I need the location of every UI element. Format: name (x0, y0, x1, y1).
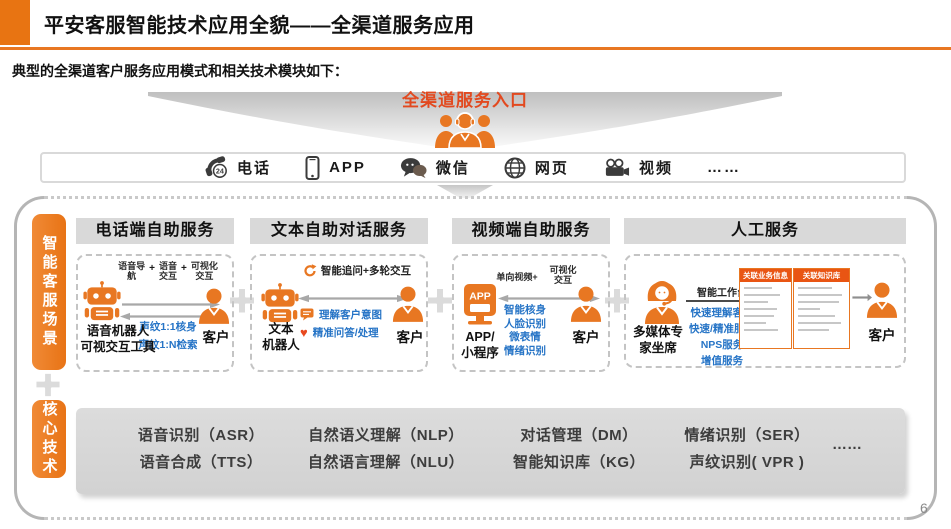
channel-item-phone: 24 电话 (205, 156, 271, 179)
smartphone-icon (305, 156, 320, 180)
flow-label: 语音导航 (117, 261, 146, 282)
call-center-team-icon (433, 110, 497, 148)
voice-robot-icon (83, 280, 121, 324)
chat-icon (300, 308, 314, 321)
agent-label: 多媒体专 家坐席 (626, 325, 690, 356)
frame-bottom-dotted-edge (44, 517, 908, 520)
voice-robot-label: 语音机器人 可视交互工具 (76, 324, 160, 355)
flow-label: 可视化交互 (190, 261, 219, 282)
frame-right-bracket (907, 196, 937, 520)
core-tech-col-speech: 语音识别（ASR） 语音合成（TTS） (126, 422, 276, 476)
section-phone: 语音导航 + 语音交互 + 可视化交互 声纹1:1核身 声纹1:N检索 语音机器… (76, 254, 234, 372)
channel-item-web: 网页 (504, 157, 569, 179)
sidebar-tab-scenarios: 智能客服场景 (32, 214, 66, 370)
plus-icon (425, 287, 455, 315)
customer-label: 客户 (562, 326, 610, 346)
phone-flow-labels: 语音导航 + 语音交互 + 可视化交互 (104, 261, 232, 282)
channel-label: APP (329, 159, 366, 176)
panel-text-lines (740, 287, 791, 332)
sidebar-tab-core-tech: 核心技术 (32, 400, 66, 478)
text-robot-icon (261, 282, 299, 326)
page-number: 6 (920, 500, 928, 516)
customer-icon (392, 286, 424, 322)
slide: 平安客服智能技术应用全貌——全渠道服务应用 典型的全渠道客户服务应用模式和相关技… (0, 0, 951, 529)
app-mini-program-label: APP/ 小程序 (452, 330, 508, 361)
section-header-phone: 电话端自助服务 (76, 218, 234, 244)
customer-label: 客户 (386, 326, 434, 346)
channel-label: 电话 (237, 157, 271, 178)
section-header-video: 视频端自助服务 (452, 218, 610, 244)
channel-item-video: 视频 (603, 157, 673, 178)
qa-bullet: ♥ 精准问答/处理 (300, 325, 379, 340)
title-underline (0, 47, 951, 50)
core-tech-col-ser-vpr: 情绪识别（SER） 声纹识别( VPR ) (672, 422, 822, 476)
svg-text:24: 24 (216, 168, 224, 176)
feature: 增值服务 (678, 353, 766, 369)
feature: 人脸识别 (492, 318, 558, 332)
channel-item-app: APP (305, 156, 366, 180)
customer-icon (198, 288, 230, 324)
channel-label: 微信 (436, 157, 470, 178)
knowledge-base-panel: 关联知识库 (793, 268, 850, 349)
svg-text:APP: APP (469, 291, 491, 303)
section-header-text: 文本自助对话服务 (250, 218, 428, 244)
refresh-icon (303, 264, 317, 278)
customer-icon (866, 282, 898, 318)
channel-label: 视频 (639, 157, 673, 178)
panel-title: 关联知识库 (794, 269, 849, 282)
customer-icon (570, 286, 602, 322)
plus-icon (33, 372, 63, 398)
panel-text-lines (794, 287, 849, 332)
video-arrow-label-2: 可视化交互 (548, 265, 578, 286)
customer-label: 客户 (192, 326, 240, 346)
panel-title: 关联业务信息 (740, 269, 791, 282)
section-video: 单向视频+ 可视化交互 APP 智能核身 人脸识别 微表情 情绪识别 APP/ … (452, 254, 610, 372)
plus-text: + (181, 263, 187, 282)
channels-more: …… (707, 159, 741, 176)
frame-top-dotted-edge (44, 196, 908, 199)
flow-label: 语音交互 (158, 261, 178, 282)
customer-label: 客户 (860, 324, 904, 344)
core-tech-more: …… (832, 436, 896, 453)
core-tech-col-nlp: 自然语义理解（NLP） 自然语言理解（NLU） (298, 422, 474, 476)
feature: 智能核身 (492, 304, 558, 318)
workbench-connector (686, 300, 740, 302)
intent-bullet: 理解客户意图 (300, 307, 382, 322)
phone-24-icon: 24 (205, 156, 228, 179)
plus-text: + (149, 263, 155, 282)
video-arrow-label-1: 单向视频+ (488, 272, 546, 282)
section-header-manual: 人工服务 (624, 218, 906, 244)
channel-item-wechat: 微信 (400, 157, 470, 179)
business-info-panel: 关联业务信息 (739, 268, 792, 349)
section-text: 智能追问+多轮交互 理解客户意图 ♥ 精准问答/处理 (250, 254, 428, 372)
header-accent-block (0, 0, 30, 45)
wechat-icon (400, 157, 427, 179)
core-tech-box: 语音识别（ASR） 语音合成（TTS） 自然语义理解（NLP） 自然语言理解（N… (76, 408, 905, 494)
page-title: 平安客服智能技术应用全貌——全渠道服务应用 (44, 9, 475, 38)
channel-bar: 24 电话 APP 微信 (40, 152, 906, 183)
globe-icon (504, 157, 526, 179)
core-tech-col-dm-kg: 对话管理（DM） 智能知识库（KG） (506, 422, 652, 476)
channel-label: 网页 (535, 157, 569, 178)
entrance-title: 全渠道服务入口 (330, 86, 600, 111)
section-manual: 智能工作台 快速理解客户 快速/精准服务 NPS服务 增值服务 关联业务信息 关… (624, 254, 906, 368)
intro-text: 典型的全渠道客户服务应用模式和相关技术模块如下： (12, 61, 348, 81)
text-robot-label: 文本 机器人 (252, 322, 310, 353)
text-arrow-label: 智能追问+多轮交互 (290, 263, 424, 278)
video-camera-icon (603, 158, 630, 178)
